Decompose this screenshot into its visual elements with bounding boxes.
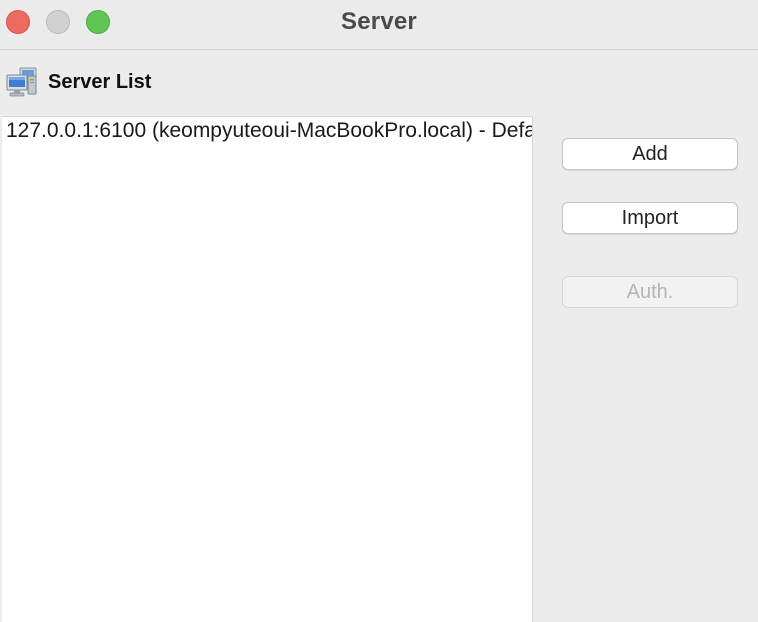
window-title: Server (341, 8, 417, 35)
title-bar: Server (0, 0, 758, 50)
import-button[interactable]: Import (562, 202, 738, 234)
server-list-label: Server List (48, 70, 152, 93)
server-list[interactable]: 127.0.0.1:6100 (keompyuteoui-MacBookPro.… (2, 116, 533, 622)
server-list-header: Server List (6, 66, 151, 98)
server-list-item[interactable]: 127.0.0.1:6100 (keompyuteoui-MacBookPro.… (2, 117, 532, 145)
network-computer-icon (6, 67, 37, 97)
server-window: Server Server List 127.0.0.1:6100 (keomp… (0, 0, 758, 622)
add-button[interactable]: Add (562, 138, 738, 170)
auth-button[interactable]: Auth. (562, 276, 738, 308)
